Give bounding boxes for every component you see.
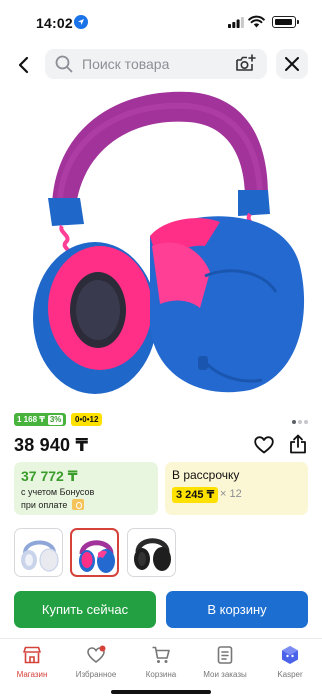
bonus-price-caption-2-text: при оплате (21, 499, 68, 510)
share-icon[interactable] (289, 434, 307, 454)
tab-favorites-label: Избранное (75, 670, 117, 679)
bonus-percent: 3% (47, 414, 64, 425)
home-indicator (111, 690, 211, 694)
search-icon (55, 55, 73, 73)
shop-icon (23, 646, 41, 664)
heart-icon (87, 645, 106, 663)
orders-icon (217, 646, 233, 664)
close-icon (285, 57, 299, 71)
buy-now-button[interactable]: Купить сейчас (14, 591, 156, 628)
add-to-cart-button[interactable]: В корзину (166, 591, 308, 628)
variant-headset-black-image (134, 538, 171, 571)
search-input[interactable]: Поиск товара (45, 49, 267, 79)
status-bar: 14:02 (0, 0, 322, 46)
installment-card[interactable]: В рассрочку 3 245 ₸ × 12 (165, 462, 308, 515)
variant-thumb-blue-pink[interactable] (70, 528, 119, 577)
status-time: 14:02 (36, 15, 73, 31)
tab-cart-label: Корзина (145, 670, 177, 679)
close-button[interactable] (276, 49, 308, 79)
tab-orders-label: Мои заказы (203, 670, 247, 679)
location-icon (74, 15, 88, 29)
variant-headset-white-image (21, 540, 59, 572)
wifi-icon (248, 15, 265, 28)
variant-headset-blue-image (79, 540, 115, 573)
bonus-price-card[interactable]: 37 772 ₸ с учетом Бонусов при оплате (14, 462, 158, 515)
tab-orders[interactable]: Мои заказы (193, 645, 257, 685)
battery-icon (272, 16, 299, 28)
bonus-amount: 1 168 ₸ (17, 415, 45, 424)
product-price: 38 940 ₸ (14, 435, 89, 455)
product-image[interactable] (0, 86, 322, 404)
kasper-icon (282, 646, 298, 664)
search-placeholder: Поиск товара (82, 56, 170, 72)
tab-kasper[interactable]: Kasper (258, 645, 322, 685)
bonus-price: 37 772 ₸ (21, 468, 78, 484)
image-pager (290, 411, 308, 429)
pager-dot-active (292, 420, 296, 424)
back-arrow-icon[interactable] (14, 55, 34, 75)
variant-thumb-white[interactable] (14, 528, 63, 577)
tab-favorites[interactable]: Избранное (64, 645, 128, 685)
installment-title: В рассрочку (172, 468, 240, 482)
tab-kasper-label: Kasper (277, 670, 303, 679)
installment-badge: 0•0•12 (71, 413, 103, 426)
bonus-price-caption-2: при оплате (21, 499, 85, 510)
installment-multiplier: × 12 (220, 488, 242, 500)
tab-shop[interactable]: Магазин (0, 645, 64, 685)
pager-dot (304, 420, 308, 424)
bonus-price-caption-1: с учетом Бонусов (21, 487, 95, 497)
tab-shop-label: Магазин (16, 670, 48, 679)
camera-search-icon[interactable] (235, 54, 257, 74)
bonus-badge: 1 168 ₸ 3% (14, 413, 67, 426)
favorite-heart-icon[interactable] (254, 436, 274, 454)
installment-monthly: 3 245 ₸ (172, 487, 219, 503)
cart-icon (152, 646, 170, 663)
variant-thumb-black[interactable] (127, 528, 176, 577)
kaspi-bonus-icon (72, 499, 85, 510)
tab-cart[interactable]: Корзина (129, 645, 193, 685)
cellular-signal-icon (228, 17, 244, 28)
pager-dot (298, 420, 302, 424)
